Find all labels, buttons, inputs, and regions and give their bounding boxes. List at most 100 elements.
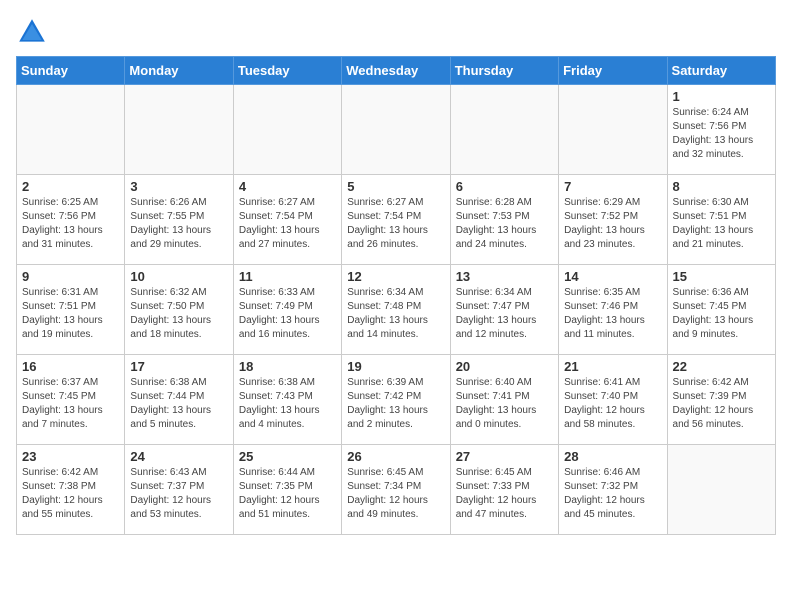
calendar-cell: 3 Sunrise: 6:26 AMSunset: 7:55 PMDaylight… [125, 175, 233, 265]
day-info: Sunrise: 6:27 AMSunset: 7:54 PMDaylight:… [347, 196, 444, 252]
day-number: 20 [456, 359, 553, 374]
day-number: 16 [22, 359, 119, 374]
day-info: Sunrise: 6:43 AMSunset: 7:37 PMDaylight:… [130, 466, 227, 522]
calendar-cell: 20 Sunrise: 6:40 AMSunset: 7:41 PMDayligh… [450, 355, 558, 445]
calendar-cell: 21 Sunrise: 6:41 AMSunset: 7:40 PMDayligh… [559, 355, 667, 445]
day-info: Sunrise: 6:38 AMSunset: 7:44 PMDaylight:… [130, 376, 227, 432]
calendar-cell: 23 Sunrise: 6:42 AMSunset: 7:38 PMDayligh… [17, 445, 125, 535]
day-info: Sunrise: 6:27 AMSunset: 7:54 PMDaylight:… [239, 196, 336, 252]
calendar-cell: 27 Sunrise: 6:45 AMSunset: 7:33 PMDayligh… [450, 445, 558, 535]
day-info: Sunrise: 6:38 AMSunset: 7:43 PMDaylight:… [239, 376, 336, 432]
day-header-friday: Friday [559, 57, 667, 85]
day-number: 22 [673, 359, 770, 374]
calendar-cell: 9 Sunrise: 6:31 AMSunset: 7:51 PMDaylight… [17, 265, 125, 355]
day-info: Sunrise: 6:31 AMSunset: 7:51 PMDaylight:… [22, 286, 119, 342]
day-number: 9 [22, 269, 119, 284]
calendar-cell: 14 Sunrise: 6:35 AMSunset: 7:46 PMDayligh… [559, 265, 667, 355]
day-number: 21 [564, 359, 661, 374]
day-number: 28 [564, 449, 661, 464]
day-info: Sunrise: 6:32 AMSunset: 7:50 PMDaylight:… [130, 286, 227, 342]
calendar-cell: 22 Sunrise: 6:42 AMSunset: 7:39 PMDayligh… [667, 355, 775, 445]
day-number: 4 [239, 179, 336, 194]
day-info: Sunrise: 6:26 AMSunset: 7:55 PMDaylight:… [130, 196, 227, 252]
logo-icon [16, 16, 48, 48]
day-number: 27 [456, 449, 553, 464]
calendar-cell: 15 Sunrise: 6:36 AMSunset: 7:45 PMDayligh… [667, 265, 775, 355]
header [16, 16, 776, 48]
day-number: 14 [564, 269, 661, 284]
calendar-cell: 16 Sunrise: 6:37 AMSunset: 7:45 PMDayligh… [17, 355, 125, 445]
day-info: Sunrise: 6:30 AMSunset: 7:51 PMDaylight:… [673, 196, 770, 252]
day-header-tuesday: Tuesday [233, 57, 341, 85]
day-info: Sunrise: 6:34 AMSunset: 7:48 PMDaylight:… [347, 286, 444, 342]
calendar-cell: 28 Sunrise: 6:46 AMSunset: 7:32 PMDayligh… [559, 445, 667, 535]
calendar: SundayMondayTuesdayWednesdayThursdayFrid… [16, 56, 776, 535]
day-info: Sunrise: 6:46 AMSunset: 7:32 PMDaylight:… [564, 466, 661, 522]
day-header-sunday: Sunday [17, 57, 125, 85]
day-info: Sunrise: 6:45 AMSunset: 7:33 PMDaylight:… [456, 466, 553, 522]
day-number: 3 [130, 179, 227, 194]
day-number: 2 [22, 179, 119, 194]
calendar-cell: 25 Sunrise: 6:44 AMSunset: 7:35 PMDayligh… [233, 445, 341, 535]
calendar-cell [342, 85, 450, 175]
calendar-cell: 1 Sunrise: 6:24 AMSunset: 7:56 PMDaylight… [667, 85, 775, 175]
day-number: 7 [564, 179, 661, 194]
day-info: Sunrise: 6:25 AMSunset: 7:56 PMDaylight:… [22, 196, 119, 252]
day-header-thursday: Thursday [450, 57, 558, 85]
day-number: 10 [130, 269, 227, 284]
calendar-cell: 8 Sunrise: 6:30 AMSunset: 7:51 PMDaylight… [667, 175, 775, 265]
day-info: Sunrise: 6:44 AMSunset: 7:35 PMDaylight:… [239, 466, 336, 522]
day-info: Sunrise: 6:42 AMSunset: 7:38 PMDaylight:… [22, 466, 119, 522]
day-number: 17 [130, 359, 227, 374]
calendar-cell: 6 Sunrise: 6:28 AMSunset: 7:53 PMDaylight… [450, 175, 558, 265]
day-number: 19 [347, 359, 444, 374]
day-number: 1 [673, 89, 770, 104]
calendar-cell [125, 85, 233, 175]
calendar-cell: 2 Sunrise: 6:25 AMSunset: 7:56 PMDaylight… [17, 175, 125, 265]
day-header-monday: Monday [125, 57, 233, 85]
day-info: Sunrise: 6:42 AMSunset: 7:39 PMDaylight:… [673, 376, 770, 432]
day-number: 24 [130, 449, 227, 464]
calendar-cell: 18 Sunrise: 6:38 AMSunset: 7:43 PMDayligh… [233, 355, 341, 445]
day-info: Sunrise: 6:35 AMSunset: 7:46 PMDaylight:… [564, 286, 661, 342]
calendar-cell [450, 85, 558, 175]
day-number: 11 [239, 269, 336, 284]
day-info: Sunrise: 6:28 AMSunset: 7:53 PMDaylight:… [456, 196, 553, 252]
day-number: 15 [673, 269, 770, 284]
day-info: Sunrise: 6:41 AMSunset: 7:40 PMDaylight:… [564, 376, 661, 432]
day-info: Sunrise: 6:36 AMSunset: 7:45 PMDaylight:… [673, 286, 770, 342]
calendar-cell: 12 Sunrise: 6:34 AMSunset: 7:48 PMDayligh… [342, 265, 450, 355]
calendar-cell: 10 Sunrise: 6:32 AMSunset: 7:50 PMDayligh… [125, 265, 233, 355]
calendar-cell: 4 Sunrise: 6:27 AMSunset: 7:54 PMDaylight… [233, 175, 341, 265]
calendar-cell: 26 Sunrise: 6:45 AMSunset: 7:34 PMDayligh… [342, 445, 450, 535]
day-info: Sunrise: 6:40 AMSunset: 7:41 PMDaylight:… [456, 376, 553, 432]
calendar-cell [233, 85, 341, 175]
calendar-cell [559, 85, 667, 175]
day-header-saturday: Saturday [667, 57, 775, 85]
calendar-cell: 13 Sunrise: 6:34 AMSunset: 7:47 PMDayligh… [450, 265, 558, 355]
calendar-cell: 11 Sunrise: 6:33 AMSunset: 7:49 PMDayligh… [233, 265, 341, 355]
day-info: Sunrise: 6:45 AMSunset: 7:34 PMDaylight:… [347, 466, 444, 522]
day-info: Sunrise: 6:37 AMSunset: 7:45 PMDaylight:… [22, 376, 119, 432]
day-number: 23 [22, 449, 119, 464]
day-info: Sunrise: 6:34 AMSunset: 7:47 PMDaylight:… [456, 286, 553, 342]
day-info: Sunrise: 6:24 AMSunset: 7:56 PMDaylight:… [673, 106, 770, 162]
calendar-cell: 24 Sunrise: 6:43 AMSunset: 7:37 PMDayligh… [125, 445, 233, 535]
day-info: Sunrise: 6:39 AMSunset: 7:42 PMDaylight:… [347, 376, 444, 432]
calendar-cell [17, 85, 125, 175]
calendar-cell: 17 Sunrise: 6:38 AMSunset: 7:44 PMDayligh… [125, 355, 233, 445]
day-number: 26 [347, 449, 444, 464]
day-number: 13 [456, 269, 553, 284]
day-header-wednesday: Wednesday [342, 57, 450, 85]
calendar-cell [667, 445, 775, 535]
day-number: 6 [456, 179, 553, 194]
day-number: 25 [239, 449, 336, 464]
calendar-cell: 19 Sunrise: 6:39 AMSunset: 7:42 PMDayligh… [342, 355, 450, 445]
day-number: 5 [347, 179, 444, 194]
calendar-cell: 5 Sunrise: 6:27 AMSunset: 7:54 PMDaylight… [342, 175, 450, 265]
day-number: 18 [239, 359, 336, 374]
day-info: Sunrise: 6:29 AMSunset: 7:52 PMDaylight:… [564, 196, 661, 252]
day-number: 12 [347, 269, 444, 284]
day-number: 8 [673, 179, 770, 194]
day-info: Sunrise: 6:33 AMSunset: 7:49 PMDaylight:… [239, 286, 336, 342]
